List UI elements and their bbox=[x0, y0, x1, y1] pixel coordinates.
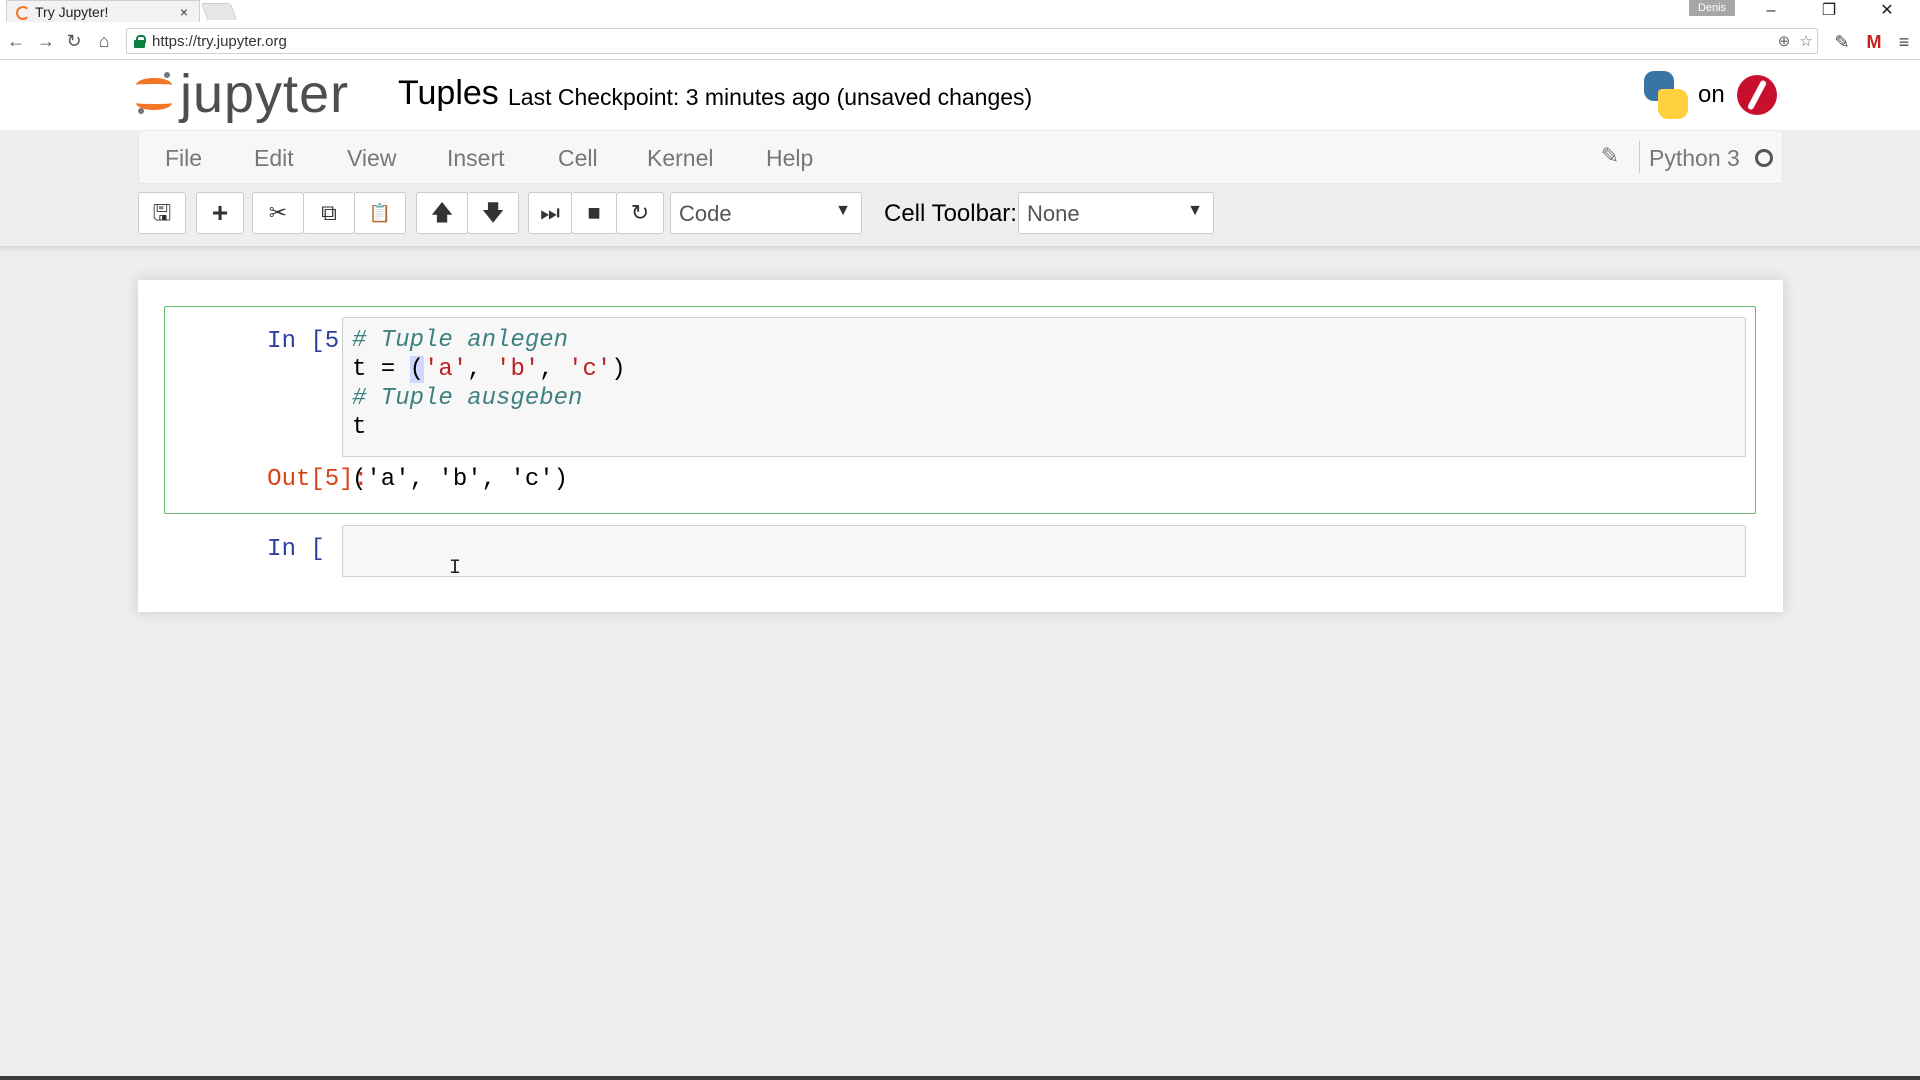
save-button[interactable]: 🖫 bbox=[138, 192, 186, 234]
lock-icon bbox=[134, 35, 146, 48]
save-icon: 🖫 bbox=[152, 200, 172, 225]
cell-toolbar-label: Cell Toolbar: bbox=[884, 200, 1017, 227]
menu-view[interactable]: View bbox=[347, 145, 396, 172]
restore-icon[interactable]: ❐ bbox=[1806, 0, 1852, 22]
stop-icon: ■ bbox=[587, 200, 601, 225]
taskbar-edge bbox=[0, 1076, 1920, 1080]
paste-icon: 📋 bbox=[368, 203, 392, 223]
move-down-button[interactable]: 🡇 bbox=[467, 192, 519, 234]
in-prompt: In [ ]: bbox=[267, 536, 368, 563]
interrupt-kernel-button[interactable]: ■ bbox=[571, 192, 617, 234]
url-text: https://try.jupyter.org bbox=[152, 32, 287, 50]
notebook-header: jupyter Tuples Last Checkpoint: 3 minute… bbox=[0, 60, 1920, 130]
cell-toolbar-value: None bbox=[1027, 201, 1080, 226]
new-tab-button[interactable] bbox=[200, 3, 238, 20]
code-input-area-empty[interactable] bbox=[342, 525, 1746, 577]
extension-pen-icon[interactable]: ✎ bbox=[1830, 30, 1854, 54]
chevron-down-icon: ▼ bbox=[835, 202, 851, 219]
restart-kernel-button[interactable]: ↻ bbox=[616, 192, 664, 234]
tab-title: Try Jupyter! bbox=[35, 3, 109, 20]
code-line: # Tuple anlegen bbox=[352, 327, 569, 354]
matched-paren: ( bbox=[409, 356, 425, 383]
python-on-rackspace-logo: on bbox=[1640, 68, 1790, 122]
back-icon[interactable]: ← bbox=[4, 29, 28, 53]
forward-icon[interactable]: → bbox=[34, 29, 58, 53]
chevron-down-icon: ▼ bbox=[1187, 202, 1203, 219]
out-prompt: Out[5]: bbox=[267, 466, 368, 493]
minimize-icon[interactable]: – bbox=[1748, 0, 1794, 22]
reload-icon[interactable]: ↻ bbox=[62, 29, 86, 53]
menubar: File Edit View Insert Cell Kernel Help ✎… bbox=[138, 130, 1783, 184]
menu-kernel[interactable]: Kernel bbox=[647, 145, 713, 172]
code-line: # Tuple ausgeben bbox=[352, 385, 583, 412]
url-input[interactable]: https://try.jupyter.org ⊕ ☆ bbox=[126, 28, 1818, 54]
kernel-idle-indicator-icon bbox=[1755, 149, 1773, 167]
code-line: t bbox=[352, 414, 367, 441]
cell-type-value: Code bbox=[679, 201, 732, 226]
cell-toolbar-select[interactable]: None ▼ bbox=[1018, 192, 1214, 234]
zoom-icon[interactable]: ⊕ bbox=[1773, 32, 1795, 50]
menu-help[interactable]: Help bbox=[766, 145, 813, 172]
jupyter-logo[interactable]: jupyter bbox=[136, 64, 349, 124]
checkpoint-status: Last Checkpoint: 3 minutes ago (unsaved … bbox=[508, 84, 1033, 110]
gmail-extension-icon[interactable]: M bbox=[1862, 30, 1886, 54]
in-prompt: In [5]: bbox=[267, 328, 368, 355]
edit-mode-pencil-icon: ✎ bbox=[1600, 143, 1620, 168]
on-text: on bbox=[1698, 81, 1725, 108]
text-cursor-icon: I bbox=[449, 557, 462, 580]
menu-file[interactable]: File bbox=[165, 145, 202, 172]
run-cell-button[interactable]: ⏭ bbox=[528, 192, 572, 234]
plus-icon: + bbox=[211, 197, 229, 228]
code-line: t = ('a', 'b', 'c') bbox=[352, 356, 626, 383]
cell-output: ('a', 'b', 'c') bbox=[352, 466, 569, 493]
logo-text: jupyter bbox=[180, 64, 350, 124]
menu-cell[interactable]: Cell bbox=[558, 145, 598, 172]
arrow-down-icon: 🡇 bbox=[481, 200, 505, 225]
move-up-button[interactable]: 🡅 bbox=[416, 192, 468, 234]
python-logo-icon bbox=[1640, 69, 1692, 121]
browser-tabstrip: Try Jupyter! × Denis – ❐ ✕ bbox=[0, 0, 1920, 22]
arrow-up-icon: 🡅 bbox=[430, 200, 454, 225]
close-window-icon[interactable]: ✕ bbox=[1864, 0, 1910, 22]
cut-button[interactable]: ✂ bbox=[252, 192, 304, 234]
browser-tab[interactable]: Try Jupyter! × bbox=[6, 0, 200, 22]
notebook-container: In [5]: # Tuple anlegen t = ('a', 'b', '… bbox=[138, 280, 1783, 612]
bookmark-star-icon[interactable]: ☆ bbox=[1795, 32, 1817, 50]
copy-icon: ⧉ bbox=[321, 200, 337, 225]
copy-button[interactable]: ⧉ bbox=[303, 192, 355, 234]
jupyter-favicon-icon bbox=[15, 5, 30, 20]
menu-insert[interactable]: Insert bbox=[447, 145, 505, 172]
refresh-icon: ↻ bbox=[630, 200, 650, 225]
home-icon[interactable]: ⌂ bbox=[92, 29, 116, 53]
menu-edit[interactable]: Edit bbox=[254, 145, 294, 172]
browser-menu-icon[interactable]: ≡ bbox=[1892, 30, 1916, 54]
cell-type-select[interactable]: Code ▼ bbox=[670, 192, 862, 234]
kernel-separator bbox=[1639, 141, 1640, 173]
paste-button[interactable]: 📋 bbox=[354, 192, 406, 234]
tab-close-icon[interactable]: × bbox=[177, 4, 191, 20]
code-input-area[interactable]: # Tuple anlegen t = ('a', 'b', 'c') # Tu… bbox=[342, 317, 1746, 457]
insert-cell-button[interactable]: + bbox=[196, 192, 244, 234]
address-bar: ← → ↻ ⌂ https://try.jupyter.org ⊕ ☆ ✎ M … bbox=[0, 22, 1920, 60]
rackspace-logo-icon bbox=[1736, 75, 1777, 115]
header-shadow bbox=[0, 246, 1920, 252]
kernel-name: Python 3 bbox=[1649, 145, 1740, 171]
jupyter-logo-icon bbox=[136, 72, 172, 116]
profile-badge[interactable]: Denis bbox=[1689, 0, 1735, 16]
notebook-name[interactable]: Tuples bbox=[398, 74, 499, 113]
scissors-icon: ✂ bbox=[268, 200, 288, 225]
step-forward-icon: ⏭ bbox=[540, 200, 560, 225]
